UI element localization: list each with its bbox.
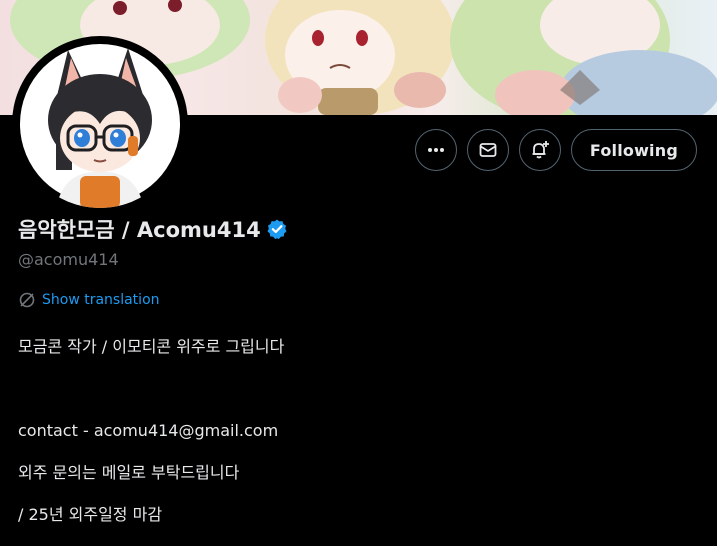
bio-line: / 25년 외주일정 마감: [18, 505, 163, 524]
bio-line: contact - acomu414@gmail.com: [18, 421, 279, 440]
avatar-illustration: [20, 44, 180, 208]
bio-line: 외주 문의는 메일로 부탁드립니다: [18, 463, 240, 482]
profile-avatar[interactable]: [16, 40, 184, 208]
notifications-button[interactable]: [518, 129, 561, 171]
show-translation-label: Show translation: [42, 292, 160, 308]
more-horizontal-icon: [427, 148, 444, 152]
bio-line: 모금콘 작가 / 이모티콘 위주로 그립니다: [18, 337, 285, 356]
profile-bio: 모금콘 작가 / 이모티콘 위주로 그립니다 contact - acomu41…: [18, 315, 284, 546]
profile-actions: Following: [414, 129, 697, 171]
following-button[interactable]: Following: [570, 129, 697, 171]
user-handle: @acomu414: [18, 250, 119, 269]
verified-badge-icon[interactable]: [266, 218, 288, 240]
display-name: 음악한모금 / Acomu414: [18, 218, 261, 242]
translate-globe-icon: [19, 292, 35, 308]
bell-plus-icon: [532, 141, 549, 159]
bio-line: [18, 378, 284, 399]
message-button[interactable]: [466, 129, 509, 171]
more-button[interactable]: [414, 129, 457, 171]
show-translation-link[interactable]: Show translation: [18, 291, 160, 309]
display-name-row: 음악한모금 / Acomu414: [18, 214, 288, 244]
envelope-icon: [479, 143, 497, 157]
